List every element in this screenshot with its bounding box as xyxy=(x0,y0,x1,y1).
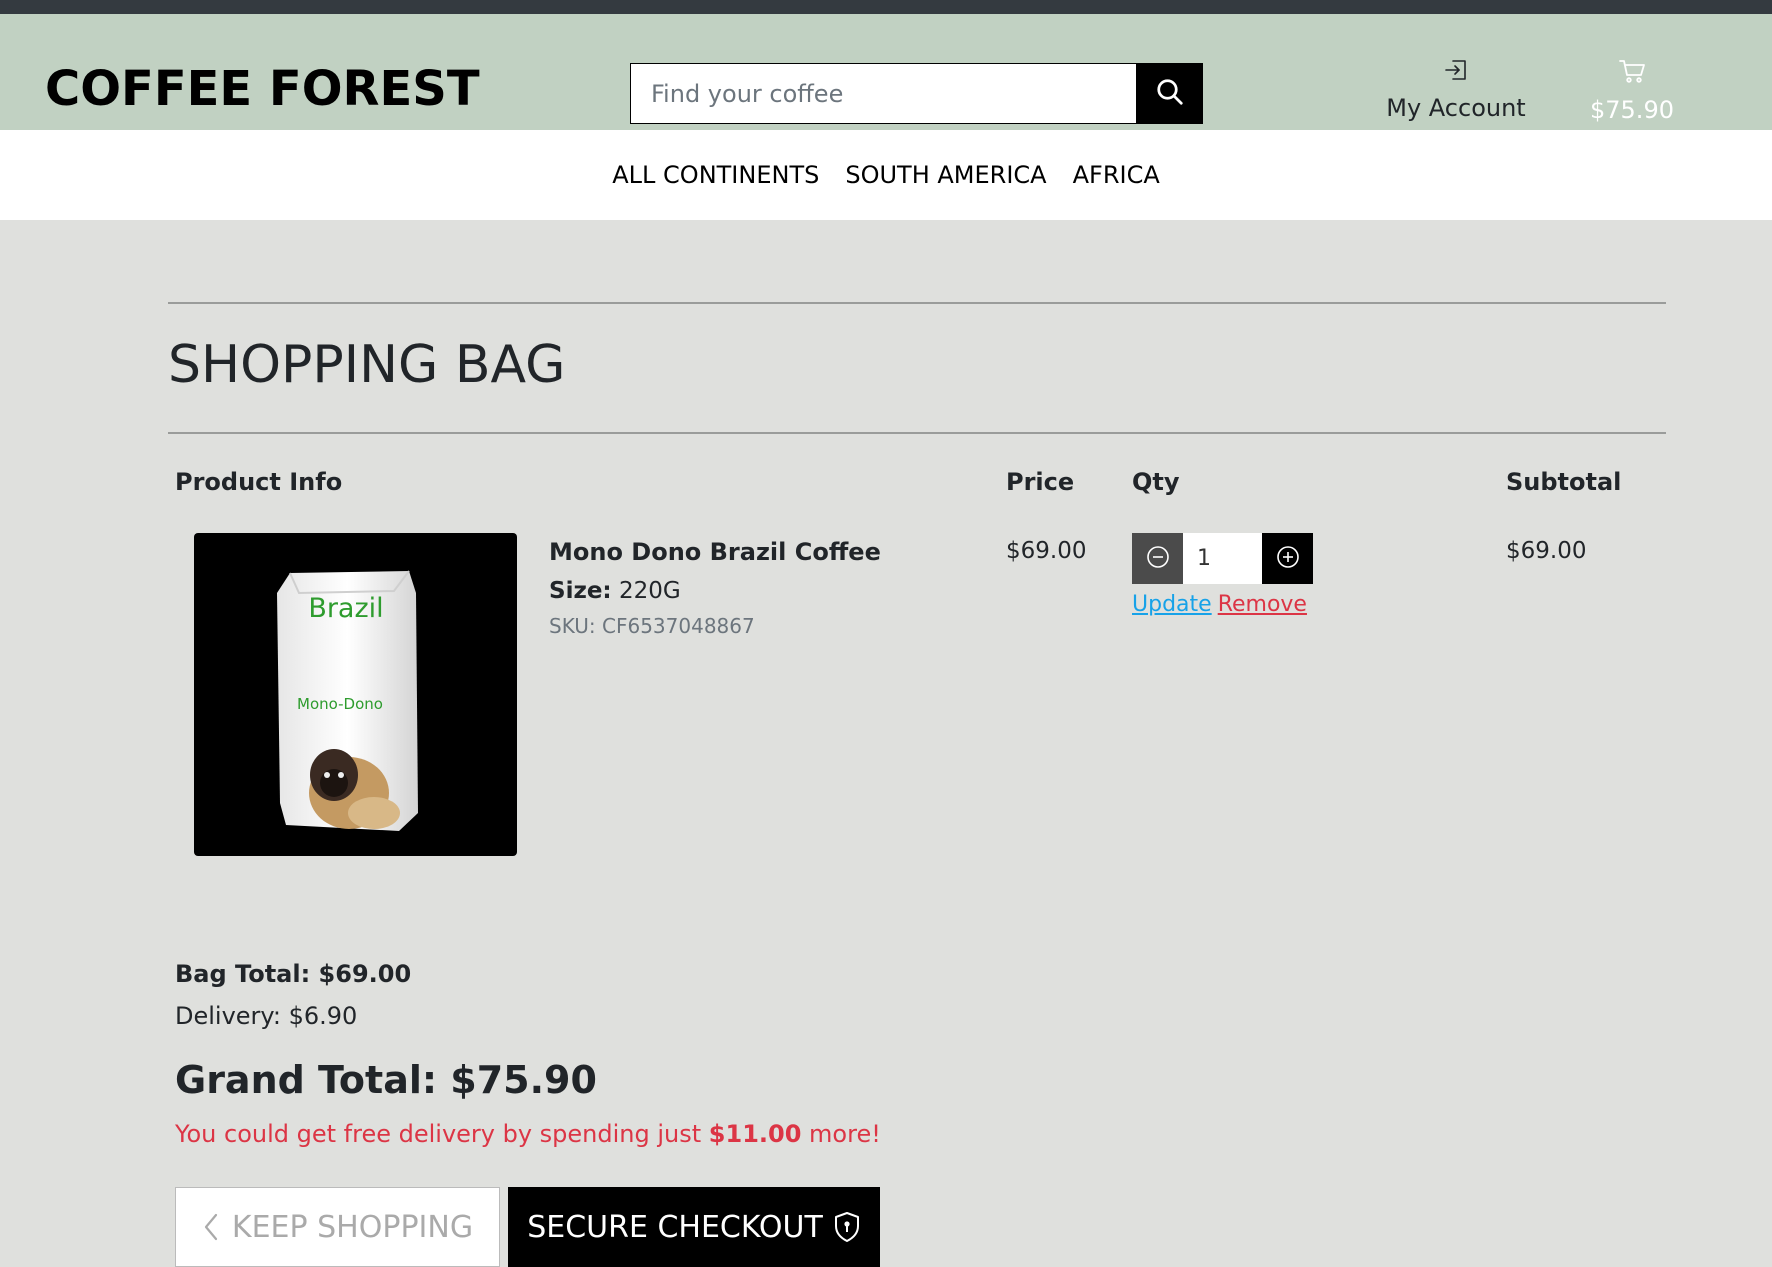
main-nav: ALL CONTINENTS SOUTH AMERICA AFRICA xyxy=(0,130,1772,220)
divider xyxy=(168,302,1666,304)
quantity-input[interactable] xyxy=(1183,533,1262,584)
search-input[interactable] xyxy=(630,63,1136,124)
product-name[interactable]: Mono Dono Brazil Coffee xyxy=(549,538,881,566)
grand-total: Grand Total: $75.90 xyxy=(175,1058,597,1102)
order-totals: Bag Total: $69.00 Delivery: $6.90 Grand … xyxy=(175,960,881,1148)
search-button[interactable] xyxy=(1136,63,1203,124)
product-info: Mono Dono Brazil Coffee Size: 220G SKU: … xyxy=(549,538,881,638)
shield-lock-icon xyxy=(833,1211,861,1243)
product-image[interactable]: Brazil Mono-Dono xyxy=(194,533,517,856)
my-account-label: My Account xyxy=(1386,94,1526,122)
delivery-cost: Delivery: $6.90 xyxy=(175,1002,358,1030)
quantity-control: UpdateRemove xyxy=(1132,533,1313,617)
increment-button[interactable] xyxy=(1262,533,1313,584)
sign-in-icon xyxy=(1443,60,1469,86)
column-header-subtotal: Subtotal xyxy=(1506,468,1622,496)
shopping-bag-section: SHOPPING BAG Product Info Price Qty Subt… xyxy=(168,302,1666,1267)
site-header: COFFEE FOREST My Account xyxy=(0,14,1772,130)
bag-total-label: $75.90 xyxy=(1590,96,1674,124)
free-delivery-amount: $11.00 xyxy=(708,1120,802,1148)
product-image-subtitle: Mono-Dono xyxy=(297,695,383,713)
minus-circle-icon xyxy=(1146,545,1170,573)
nav-south-america[interactable]: SOUTH AMERICA xyxy=(845,161,1046,189)
product-image-title: Brazil xyxy=(308,593,383,624)
column-header-product: Product Info xyxy=(175,468,343,496)
product-subtotal: $69.00 xyxy=(1506,538,1587,564)
size-label: Size: xyxy=(549,578,612,604)
chevron-left-icon xyxy=(202,1212,220,1242)
column-header-price: Price xyxy=(1006,468,1075,496)
size-value: 220G xyxy=(618,578,681,604)
keep-shopping-button[interactable]: KEEP SHOPPING xyxy=(175,1187,500,1267)
product-sku: SKU: CF6537048867 xyxy=(549,614,755,638)
page-title: SHOPPING BAG xyxy=(168,335,566,395)
shopping-bag-link[interactable]: $75.90 xyxy=(1580,58,1684,124)
nav-all-continents[interactable]: ALL CONTINENTS xyxy=(612,161,819,189)
nav-africa[interactable]: AFRICA xyxy=(1073,161,1160,189)
bag-total: Bag Total: $69.00 xyxy=(175,960,412,988)
divider xyxy=(168,432,1666,434)
secure-checkout-button[interactable]: SECURE CHECKOUT xyxy=(508,1187,880,1267)
product-price: $69.00 xyxy=(1006,538,1087,564)
search-icon xyxy=(1155,77,1185,111)
free-delivery-message: You could get free delivery by spending … xyxy=(175,1120,881,1148)
free-delivery-prefix: You could get free delivery by spending … xyxy=(175,1120,709,1148)
search-bar xyxy=(630,63,1203,124)
remove-link[interactable]: Remove xyxy=(1218,592,1307,617)
cart-icon xyxy=(1618,60,1646,88)
site-logo[interactable]: COFFEE FOREST xyxy=(45,65,480,113)
product-size: Size: 220G xyxy=(549,578,881,604)
column-header-qty: Qty xyxy=(1132,468,1180,496)
free-delivery-suffix: more! xyxy=(801,1120,881,1148)
keep-shopping-label: KEEP SHOPPING xyxy=(231,1209,474,1245)
my-account-link[interactable]: My Account xyxy=(1380,58,1532,122)
top-bar xyxy=(0,0,1772,14)
decrement-button[interactable] xyxy=(1132,533,1183,584)
update-link[interactable]: Update xyxy=(1132,592,1212,617)
secure-checkout-label: SECURE CHECKOUT xyxy=(527,1209,823,1245)
plus-circle-icon xyxy=(1276,545,1300,573)
bag-actions: KEEP SHOPPING SECURE CHECKOUT xyxy=(175,1187,880,1267)
